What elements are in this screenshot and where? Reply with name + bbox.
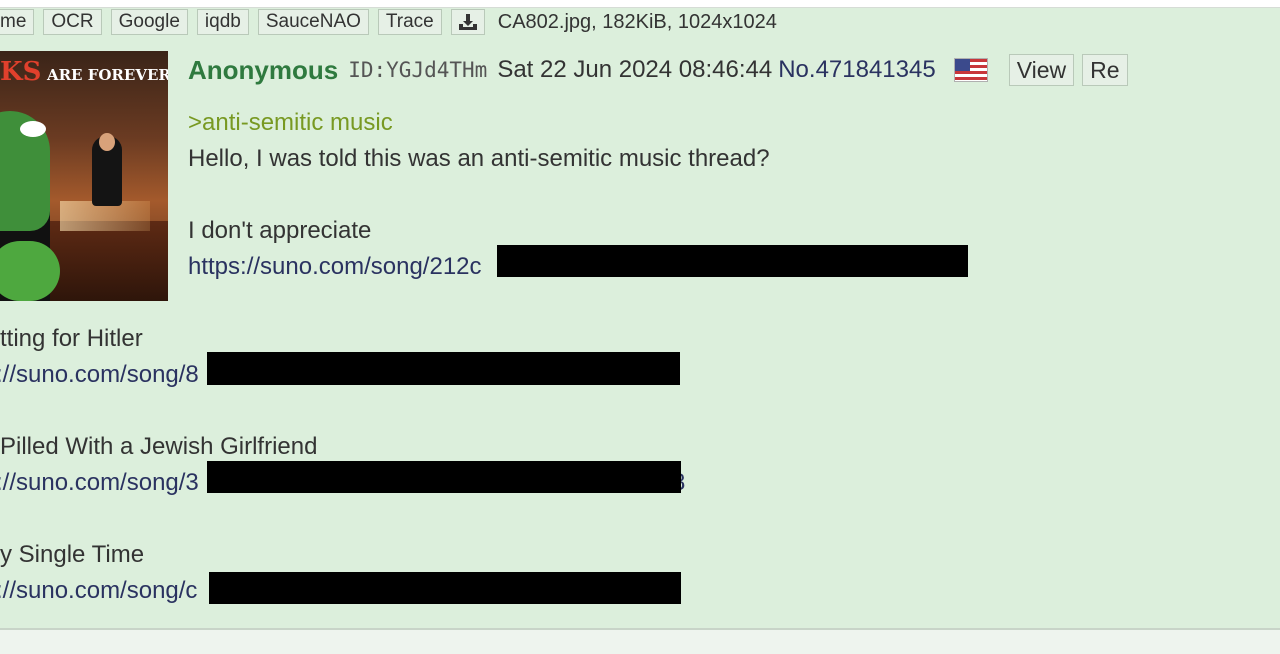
song-title: y Single Time <box>0 541 145 568</box>
post-header: Anonymous ID:YGJd4THm Sat 22 Jun 2024 08… <box>188 53 1136 87</box>
post-image-thumbnail[interactable]: KS ARE FOREVER <box>0 51 168 301</box>
redaction-bar <box>207 461 681 493</box>
next-post-strip <box>0 630 1280 654</box>
song-title: Pilled With a Jewish Girlfriend <box>0 433 318 460</box>
reply-button[interactable]: Re <box>1082 54 1128 86</box>
song-link[interactable]: ://suno.com/song/c <box>0 577 197 605</box>
home-button[interactable]: me <box>0 9 35 35</box>
ocr-button[interactable]: OCR <box>43 9 102 35</box>
download-icon <box>458 14 477 30</box>
post-container <box>0 8 1280 630</box>
file-info: CA802.jpg, 182KiB, 1024x1024 <box>497 10 777 33</box>
view-button[interactable]: View <box>1008 54 1075 86</box>
download-button[interactable] <box>450 9 485 35</box>
poster-name: Anonymous <box>188 54 339 85</box>
post-number[interactable]: No.471841345 <box>778 56 935 84</box>
us-flag-icon <box>953 58 988 82</box>
saucenao-button[interactable]: SauceNAO <box>257 9 369 35</box>
thumbnail-title: KS ARE FOREVER <box>0 57 168 87</box>
song-link[interactable]: ://suno.com/song/3 <box>0 469 199 497</box>
post-text-line: Hello, I was told this was an anti-semit… <box>188 145 770 172</box>
song-title: tting for Hitler <box>0 325 143 352</box>
redaction-bar <box>209 572 681 604</box>
image-toolbar: me OCR Google iqdb SauceNAO Trace CA802.… <box>0 7 777 37</box>
trace-button[interactable]: Trace <box>377 9 442 35</box>
greentext-quote: >anti-semitic music <box>188 109 393 136</box>
iqdb-button[interactable]: iqdb <box>196 9 249 35</box>
song-link[interactable]: https://suno.com/song/212c <box>188 253 482 281</box>
google-search-button[interactable]: Google <box>110 9 188 35</box>
redaction-bar <box>497 245 968 277</box>
post-text-line: I don't appreciate <box>188 217 372 244</box>
redaction-bar <box>207 352 680 385</box>
post-date: Sat 22 Jun 2024 08:46:44 <box>497 56 773 83</box>
poster-id[interactable]: ID:YGJd4THm <box>348 58 487 82</box>
song-link[interactable]: ://suno.com/song/8 <box>0 361 199 389</box>
